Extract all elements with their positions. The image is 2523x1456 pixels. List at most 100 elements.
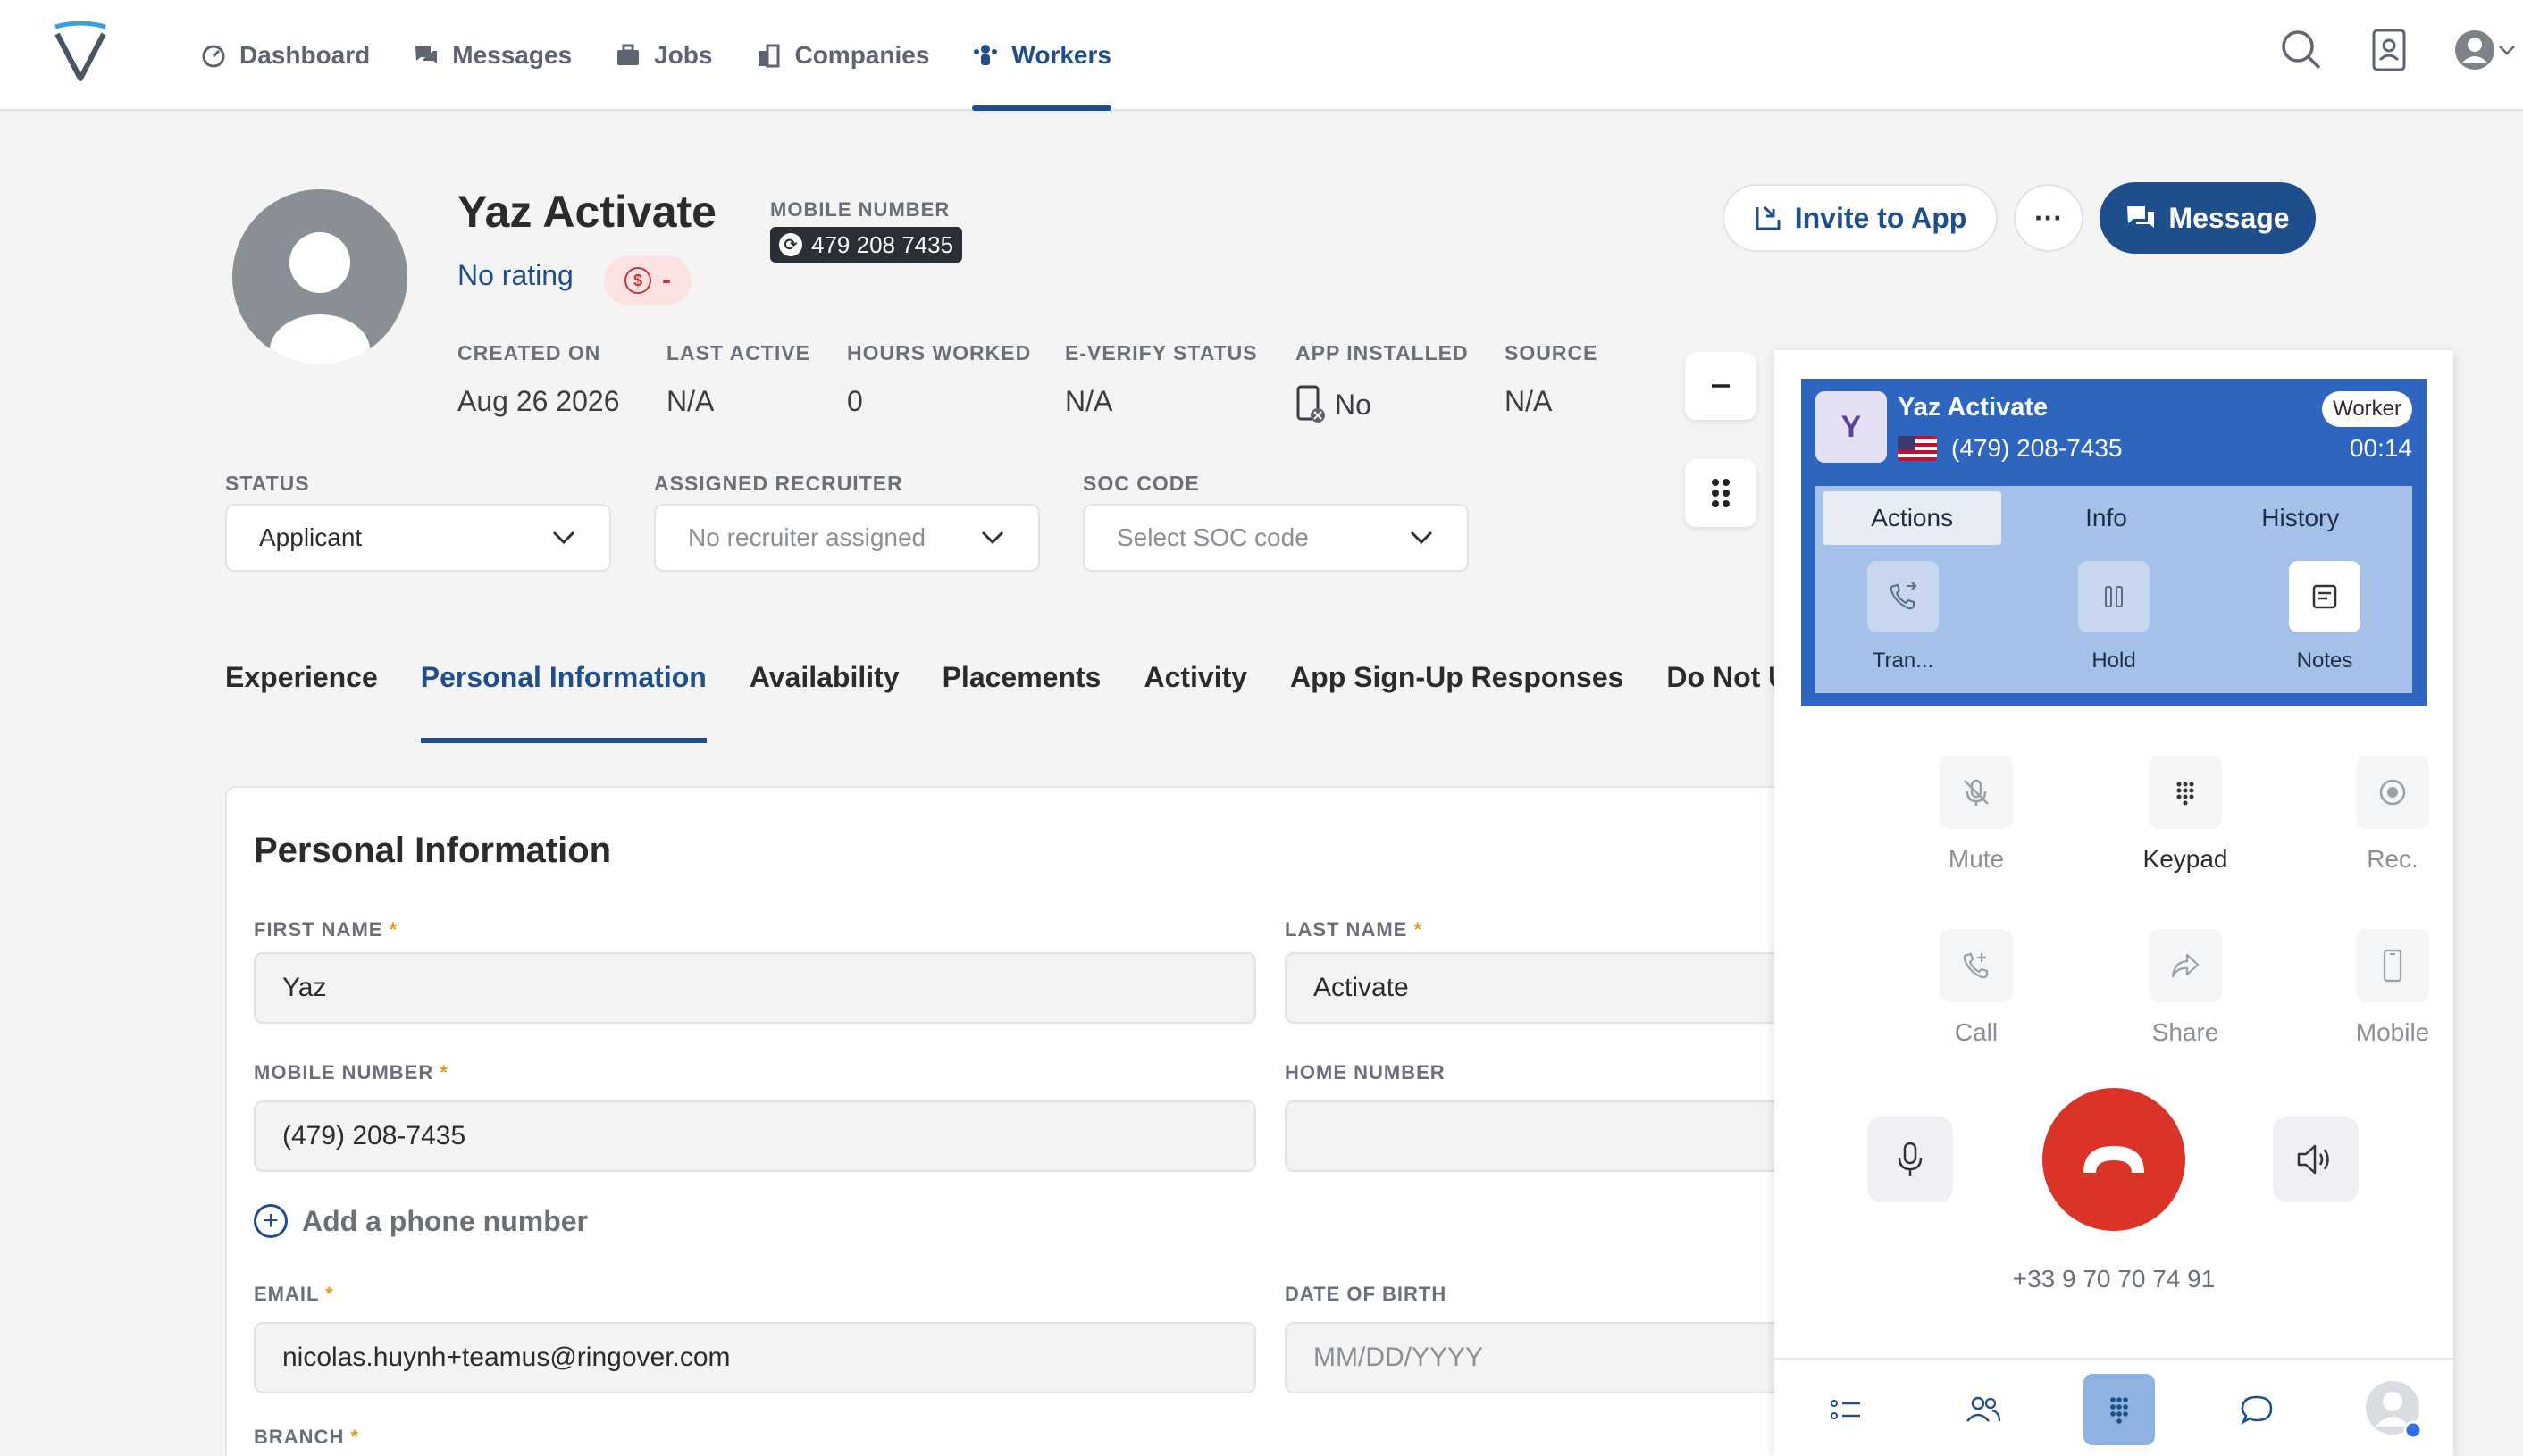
chevron-down-icon bbox=[981, 531, 1004, 545]
mobile-label-text: MOBILE NUMBER bbox=[254, 1061, 434, 1084]
keypad-icon bbox=[2149, 756, 2222, 829]
dialer-button[interactable] bbox=[2083, 1374, 2155, 1445]
mobile-number-label: MOBILE NUMBER bbox=[770, 198, 951, 221]
tab-actions[interactable]: Actions bbox=[1823, 491, 2002, 545]
date-of-birth-label: DATE OF BIRTH bbox=[1285, 1283, 1447, 1305]
tab-history[interactable]: History bbox=[2211, 491, 2390, 545]
worker-name: Yaz Activate bbox=[457, 187, 717, 237]
chat-bubble-icon bbox=[2241, 1395, 2273, 1425]
home-number-label: HOME NUMBER bbox=[1285, 1061, 1446, 1084]
list-icon bbox=[1831, 1400, 1860, 1419]
mobile-number-input[interactable]: (479) 208-7435 bbox=[254, 1100, 1256, 1172]
stat-hours-worked: HOURS WORKED 0 bbox=[847, 341, 1031, 418]
worker-rating[interactable]: No rating bbox=[457, 259, 574, 292]
nav-messages[interactable]: Messages bbox=[413, 0, 572, 111]
minus-icon bbox=[1712, 384, 1730, 388]
soc-code-select[interactable]: Select SOC code bbox=[1083, 504, 1469, 572]
date-of-birth-input[interactable]: MM/DD/YYYY bbox=[1285, 1322, 1785, 1393]
hang-up-button[interactable] bbox=[2042, 1088, 2185, 1231]
recruiter-select[interactable]: No recruiter assigned bbox=[654, 504, 1040, 572]
first-name-label: FIRST NAME * bbox=[254, 918, 398, 941]
email-input[interactable]: nicolas.huynh+teamus@ringover.com bbox=[254, 1322, 1256, 1393]
pause-icon bbox=[2078, 561, 2150, 632]
tab-do-not-use[interactable]: Do Not Us bbox=[1666, 652, 1791, 743]
caller-avatar: Y bbox=[1815, 391, 1887, 463]
sync-icon: ⟳ bbox=[779, 233, 802, 256]
drag-handle-icon bbox=[1712, 479, 1730, 507]
transfer-button[interactable]: Tran... bbox=[1849, 561, 1957, 674]
required-mark: * bbox=[1413, 918, 1423, 941]
branch-label-text: BRANCH bbox=[254, 1426, 345, 1448]
share-icon bbox=[2149, 929, 2222, 1002]
chevron-down-icon bbox=[1410, 531, 1433, 545]
stat-value: N/A bbox=[666, 385, 715, 417]
nav-companies-label: Companies bbox=[794, 41, 930, 69]
brand-logo[interactable] bbox=[52, 21, 109, 82]
pay-status-badge: $ - bbox=[604, 255, 692, 305]
nav-workers[interactable]: Workers bbox=[972, 0, 1111, 111]
contacts-button[interactable] bbox=[1948, 1374, 2019, 1445]
transfer-icon bbox=[1867, 561, 1939, 632]
contact-card-button[interactable] bbox=[2364, 25, 2414, 75]
tab-app-signup-responses[interactable]: App Sign-Up Responses bbox=[1290, 652, 1623, 743]
outgoing-caller-id[interactable]: +33 9 70 70 74 91 bbox=[1774, 1265, 2453, 1293]
stat-label: HOURS WORKED bbox=[847, 341, 1032, 364]
nav-jobs[interactable]: Jobs bbox=[615, 0, 712, 111]
hang-up-icon bbox=[2083, 1146, 2144, 1173]
mobile-number-field-label: MOBILE NUMBER * bbox=[254, 1061, 448, 1084]
nav-dashboard[interactable]: Dashboard bbox=[200, 0, 370, 111]
tab-info[interactable]: Info bbox=[2016, 491, 2195, 545]
more-options-button[interactable]: ··· bbox=[2014, 184, 2083, 252]
add-phone-number-button[interactable]: + Add a phone number bbox=[254, 1204, 588, 1238]
tab-personal-information[interactable]: Personal Information bbox=[420, 652, 707, 743]
account-menu[interactable] bbox=[2448, 25, 2523, 75]
microphone-button[interactable] bbox=[1867, 1117, 1953, 1202]
status-select[interactable]: Applicant bbox=[225, 504, 611, 572]
minimize-phone-button[interactable] bbox=[1685, 352, 1756, 420]
call-list-button[interactable] bbox=[1810, 1374, 1882, 1445]
search-button[interactable] bbox=[2276, 25, 2326, 75]
stat-app-installed: APP INSTALLED No bbox=[1295, 341, 1469, 424]
stat-everify-status: E-VERIFY STATUS N/A bbox=[1065, 341, 1258, 418]
hold-label: Hold bbox=[2091, 649, 2136, 673]
share-button[interactable]: Share bbox=[2114, 929, 2257, 1047]
keypad-label: Keypad bbox=[2142, 845, 2228, 873]
keypad-icon bbox=[2110, 1397, 2128, 1424]
stat-label: APP INSTALLED bbox=[1295, 341, 1469, 364]
user-avatar-icon bbox=[2455, 30, 2494, 70]
hold-button[interactable]: Hold bbox=[2060, 561, 2167, 674]
profile-status-button[interactable] bbox=[2359, 1374, 2430, 1445]
first-name-input[interactable]: Yaz bbox=[254, 952, 1256, 1024]
tab-activity[interactable]: Activity bbox=[1144, 652, 1247, 743]
speaker-button[interactable] bbox=[2273, 1117, 2359, 1202]
tab-experience[interactable]: Experience bbox=[225, 652, 378, 743]
mobile-number-pill[interactable]: ⟳ 479 208 7435 bbox=[770, 227, 963, 263]
notes-button[interactable]: Notes bbox=[2271, 561, 2378, 674]
last-name-input[interactable]: Activate bbox=[1285, 952, 1785, 1024]
app-not-installed-icon bbox=[1296, 385, 1325, 423]
chat-button[interactable] bbox=[2221, 1374, 2292, 1445]
tab-placements[interactable]: Placements bbox=[943, 652, 1102, 743]
mobile-number-value: 479 208 7435 bbox=[811, 230, 954, 258]
drag-handle-button[interactable] bbox=[1685, 459, 1756, 527]
pay-status-value: - bbox=[662, 265, 671, 295]
email-label: EMAIL * bbox=[254, 1283, 334, 1306]
message-button[interactable]: Message bbox=[2100, 182, 2316, 254]
keypad-button[interactable]: Keypad bbox=[2114, 756, 2257, 874]
recruiter-value: No recruiter assigned bbox=[688, 523, 926, 551]
home-number-input[interactable] bbox=[1285, 1100, 1785, 1172]
chat-icon bbox=[2127, 206, 2155, 228]
stat-value-row: No bbox=[1295, 385, 1469, 424]
add-call-button[interactable]: Call bbox=[1905, 929, 2048, 1047]
record-button[interactable]: Rec. bbox=[2321, 756, 2464, 874]
stat-value: No bbox=[1335, 388, 1371, 421]
mute-button[interactable]: Mute bbox=[1905, 756, 2048, 874]
invite-to-app-button[interactable]: Invite to App bbox=[1723, 184, 1998, 252]
mobile-button[interactable]: Mobile bbox=[2321, 929, 2464, 1047]
call-panel-tabs: Actions Info History bbox=[1823, 491, 2405, 545]
nav-companies[interactable]: Companies bbox=[755, 0, 929, 111]
plus-icon: + bbox=[254, 1204, 288, 1238]
tab-availability[interactable]: Availability bbox=[750, 652, 900, 743]
stat-value: N/A bbox=[1505, 385, 1553, 417]
user-avatar-icon bbox=[2366, 1381, 2423, 1440]
